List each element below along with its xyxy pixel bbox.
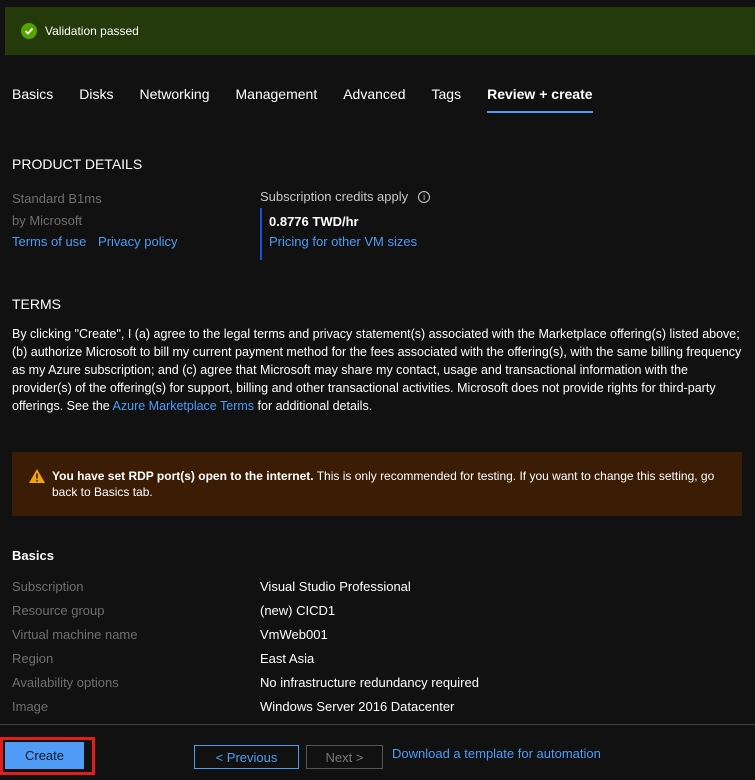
tab-networking[interactable]: Networking [139,86,209,114]
next-button: Next > [306,745,383,769]
product-name: Standard B1ms [12,191,102,206]
summary-key: Availability options [12,675,119,690]
wizard-tabs: Basics Disks Networking Management Advan… [12,86,619,114]
terms-of-use-link[interactable]: Terms of use [12,234,86,249]
subscription-credits: Subscription credits apply i [260,189,431,204]
product-publisher: by Microsoft [12,213,83,228]
tab-advanced[interactable]: Advanced [343,86,405,114]
footer-divider [0,724,755,725]
validation-text: Validation passed [45,24,139,38]
tab-review-create[interactable]: Review + create [487,86,594,114]
warning-bold-text: You have set RDP port(s) open to the int… [52,469,314,483]
marketplace-terms-link[interactable]: Azure Marketplace Terms [113,399,255,413]
product-info: Standard B1ms by Microsoft Terms of use … [12,188,186,252]
warning-text: You have set RDP port(s) open to the int… [52,468,730,500]
summary-key: Region [12,651,54,666]
terms-heading: TERMS [12,296,61,312]
terms-body-end: for additional details. [254,399,373,413]
tab-basics[interactable]: Basics [12,86,53,114]
summary-key: Subscription [12,579,84,594]
summary-value: (new) CICD1 [260,603,336,618]
rdp-warning: You have set RDP port(s) open to the int… [12,452,742,516]
price-value: 0.8776 TWD/hr [269,214,359,229]
summary-value: No infrastructure redundancy required [260,675,479,690]
tab-disks[interactable]: Disks [79,86,113,114]
privacy-policy-link[interactable]: Privacy policy [98,234,177,249]
summary-value: Visual Studio Professional [260,579,411,594]
warning-icon [29,469,45,483]
tab-management[interactable]: Management [236,86,318,114]
create-button[interactable]: Create [5,742,84,769]
info-icon[interactable]: i [418,190,431,203]
terms-text: By clicking "Create", I (a) agree to the… [12,325,747,415]
check-circle-icon [21,23,37,39]
product-details-heading: PRODUCT DETAILS [12,156,143,172]
tab-tags[interactable]: Tags [432,86,462,114]
product-links: Terms of use Privacy policy [12,232,186,252]
summary-key: Image [12,699,49,714]
price-box: 0.8776 TWD/hr Pricing for other VM sizes [260,208,417,260]
basics-heading: Basics [12,548,54,563]
validation-banner: Validation passed [5,7,755,55]
summary-value: VmWeb001 [260,627,328,642]
previous-button[interactable]: < Previous [194,745,299,769]
summary-value: East Asia [260,651,315,666]
pricing-other-sizes-link[interactable]: Pricing for other VM sizes [269,234,417,249]
summary-key: Resource group [12,603,105,618]
subscription-credits-label: Subscription credits apply [260,189,409,204]
summary-key: Virtual machine name [12,627,138,642]
summary-value: Windows Server 2016 Datacenter [260,699,455,714]
download-template-link[interactable]: Download a template for automation [392,746,601,761]
